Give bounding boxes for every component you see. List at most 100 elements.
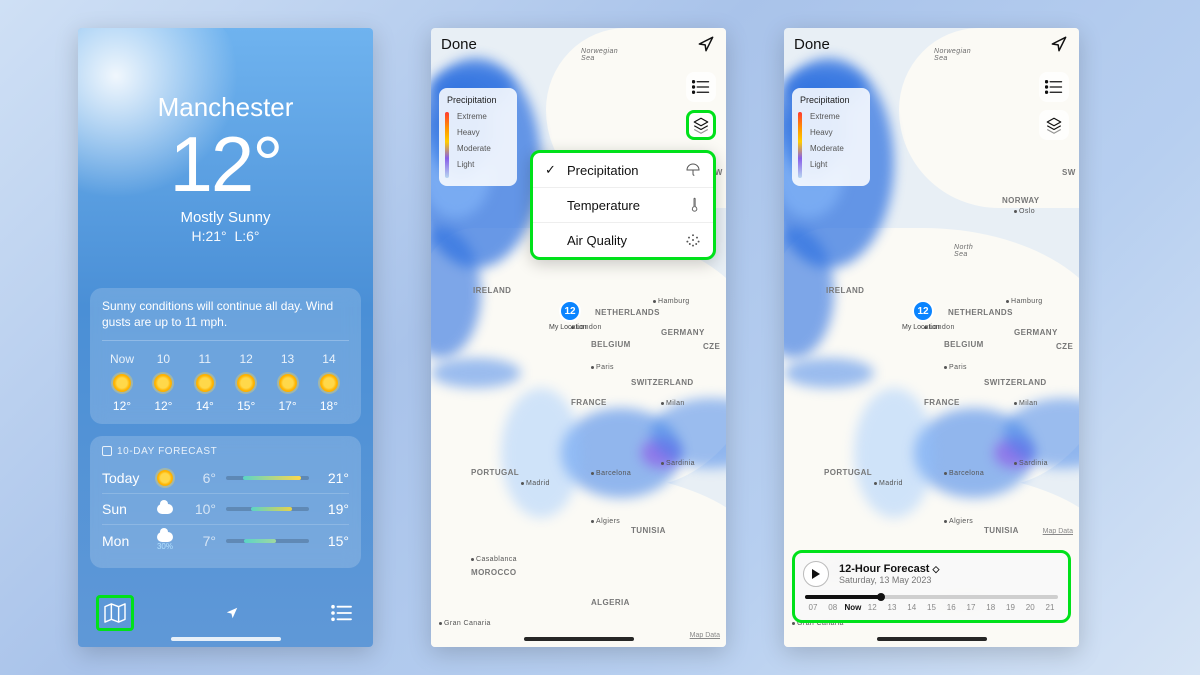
hourly-column[interactable]: 11 14° [185,351,225,413]
map-label: Barcelona [944,470,984,477]
map-button-highlight [96,595,134,631]
hourly-column[interactable]: 14 18° [309,351,349,413]
ten-day-forecast-card[interactable]: 10-DAY FORECAST Today 6° 21° Sun 10° 19°… [90,436,361,568]
legend-level: Extreme [457,112,509,121]
timeline-knob[interactable] [877,593,885,601]
tick-label: 18 [983,603,999,612]
map-label: Milan [661,400,685,407]
map-top-bar: Done [431,34,726,54]
timeline-track[interactable] [805,595,1058,599]
dots-icon [685,232,701,248]
layers-button[interactable] [689,113,713,137]
tick-label: 08 [825,603,841,612]
forecast-row[interactable]: Sun 10° 19° [102,493,349,524]
forecast-icon [154,470,176,486]
map-label: FRANCE [571,398,607,407]
done-button[interactable]: Done [441,36,477,53]
forecast-lo: 6° [186,470,216,486]
list-button[interactable] [686,72,716,102]
layers-button[interactable] [1039,110,1069,140]
map-label: PORTUGAL [471,468,519,477]
timeline-ticks: 0708Now12131415161718192021 [805,603,1058,612]
location-arrow-icon [696,34,716,54]
tick-label: 16 [943,603,959,612]
map-label: Algiers [591,518,620,525]
hourly-column[interactable]: 10 12° [143,351,183,413]
map-data-link[interactable]: Map Data [1043,528,1073,535]
map-label: Paris [944,364,967,371]
timeline-elapsed [805,595,881,599]
my-location-pin[interactable]: 12 [912,300,934,322]
hourly-column[interactable]: 13 17° [268,351,308,413]
hour-temp: 12° [113,398,131,414]
forecast-icon: 30% [154,532,176,551]
player-text[interactable]: 12-Hour Forecast ◇ Saturday, 13 May 2023 [839,563,939,585]
play-button[interactable] [803,561,829,587]
forecast-player: 12-Hour Forecast ◇ Saturday, 13 May 2023… [792,550,1071,623]
map-label: NETHERLANDS [948,308,1013,317]
legend-level: Heavy [810,128,862,137]
temp-range-bar [226,539,309,543]
map-data-link[interactable]: Map Data [690,632,720,639]
forecast-row[interactable]: Today 6° 21° [102,463,349,493]
legend-level: Moderate [810,144,862,153]
map-label: SW [1062,168,1076,177]
map-label: BELGIUM [944,340,984,349]
tick-label: 15 [924,603,940,612]
legend-level: Light [810,160,862,169]
layer-option-air-quality[interactable]: Air Quality [533,222,713,257]
map-label: IRELAND [473,286,511,295]
forecast-lo: 7° [186,533,216,549]
layers-menu: ✓Precipitation Temperature Air Quality [530,150,716,260]
hourly-column[interactable]: Now 12° [102,351,142,413]
home-indicator[interactable] [877,637,987,641]
hourly-forecast[interactable]: Now 12° 10 12° 11 14° 12 15° 13 17° 14 1… [102,340,349,413]
tick-label: 20 [1022,603,1038,612]
map-label: ALGERIA [591,598,630,607]
hour-temp: 14° [196,398,214,414]
forecast-day: Sun [102,501,144,517]
hour-label: 13 [281,351,294,367]
map-label: BELGIUM [591,340,631,349]
list-icon [692,80,710,94]
map-button[interactable] [102,600,128,626]
layer-option-temperature[interactable]: Temperature [533,187,713,222]
forecast-row[interactable]: Mon 30% 7° 15° [102,524,349,558]
done-button[interactable]: Done [794,36,830,53]
home-indicator[interactable] [524,637,634,641]
temp-range-bar [226,476,309,480]
home-indicator[interactable] [171,637,281,641]
hour-label: 14 [322,351,335,367]
tick-label: 21 [1042,603,1058,612]
map-label: Hamburg [1006,298,1043,305]
city-name: Manchester [90,92,361,123]
map-label: SWITZERLAND [631,378,694,387]
sun-icon [320,374,338,392]
list-icon [1045,80,1063,94]
summary-card[interactable]: Sunny conditions will continue all day. … [90,288,361,424]
map-label: Oslo [1014,208,1035,215]
list-button[interactable] [329,600,355,626]
map-side-buttons [1039,72,1069,140]
layer-label: Precipitation [567,163,639,178]
list-button[interactable] [1039,72,1069,102]
timeline[interactable]: 0708Now12131415161718192021 [805,595,1058,612]
map-label: IRELAND [826,286,864,295]
map-label: CZE [703,342,720,351]
layer-option-precipitation[interactable]: ✓Precipitation [533,153,713,187]
sun-icon [237,374,255,392]
map-label: Gran Canaria [439,620,491,627]
bottom-toolbar [78,595,373,631]
my-location-label: My Location [549,324,587,331]
hourly-column[interactable]: 12 15° [226,351,266,413]
location-arrow-button[interactable] [1049,34,1069,54]
my-location-pin[interactable]: 12 [559,300,581,322]
calendar-icon [102,446,112,456]
tick-label: 12 [864,603,880,612]
map-label: Madrid [521,480,550,487]
high-temp: H:21° [191,228,226,244]
current-location-button[interactable] [219,600,245,626]
location-arrow-button[interactable] [696,34,716,54]
legend-title: Precipitation [447,95,509,105]
map-label: NORWAY [1002,196,1040,205]
